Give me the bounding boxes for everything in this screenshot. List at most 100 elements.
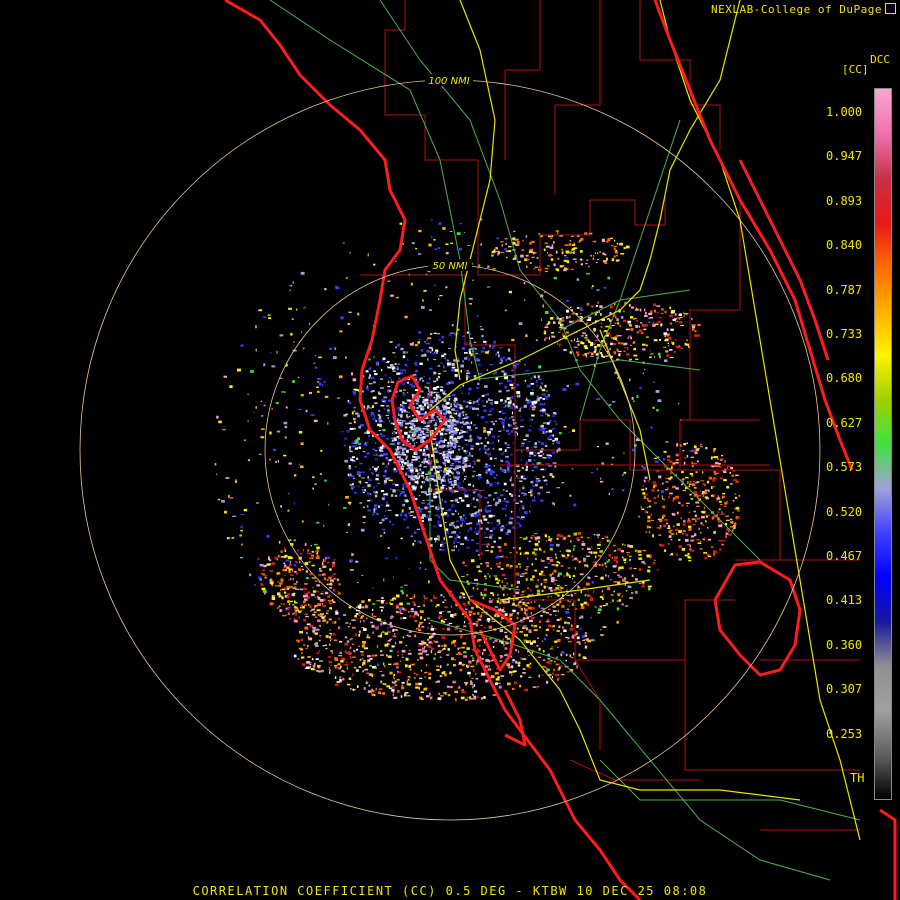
radar-return-pixel bbox=[379, 424, 382, 428]
radar-return-pixel bbox=[404, 371, 406, 374]
radar-return-pixel bbox=[421, 396, 425, 399]
radar-return-pixel bbox=[450, 500, 454, 502]
radar-return-pixel bbox=[294, 612, 298, 616]
radar-return-pixel bbox=[691, 518, 696, 520]
radar-return-pixel bbox=[392, 470, 396, 472]
radar-return-pixel bbox=[551, 564, 555, 566]
radar-return-pixel bbox=[551, 572, 554, 575]
radar-return-pixel bbox=[516, 516, 520, 518]
radar-return-pixel bbox=[602, 260, 607, 262]
radar-return-pixel bbox=[385, 438, 389, 440]
radar-return-pixel bbox=[402, 355, 406, 359]
radar-return-pixel bbox=[439, 396, 441, 399]
radar-return-pixel bbox=[471, 455, 473, 457]
radar-return-pixel bbox=[316, 521, 320, 524]
radar-return-pixel bbox=[678, 530, 682, 533]
radar-return-pixel bbox=[634, 549, 637, 552]
radar-return-pixel bbox=[373, 511, 376, 513]
radar-return-pixel bbox=[532, 575, 535, 578]
radar-return-pixel bbox=[453, 403, 456, 406]
radar-return-pixel bbox=[492, 448, 495, 450]
radar-return-pixel bbox=[504, 376, 508, 380]
radar-return-pixel bbox=[573, 547, 575, 551]
radar-return-pixel bbox=[583, 557, 587, 560]
radar-return-pixel bbox=[346, 683, 351, 686]
radar-return-pixel bbox=[413, 594, 415, 598]
radar-return-pixel bbox=[322, 645, 325, 647]
radar-return-pixel bbox=[377, 663, 380, 667]
radar-return-pixel bbox=[478, 639, 482, 641]
radar-return-pixel bbox=[536, 478, 540, 480]
radar-return-pixel bbox=[312, 487, 314, 490]
radar-return-pixel bbox=[574, 566, 576, 570]
radar-return-pixel bbox=[507, 357, 511, 360]
radar-return-pixel bbox=[546, 397, 548, 400]
radar-return-pixel bbox=[530, 612, 532, 615]
radar-return-pixel bbox=[532, 641, 536, 644]
radar-return-pixel bbox=[512, 609, 516, 612]
radar-return-pixel bbox=[512, 659, 515, 662]
radar-return-pixel bbox=[441, 478, 444, 482]
radar-return-pixel bbox=[397, 456, 401, 459]
radar-return-pixel bbox=[639, 329, 643, 333]
radar-return-pixel bbox=[601, 537, 604, 539]
radar-return-pixel bbox=[383, 396, 388, 399]
radar-return-pixel bbox=[352, 483, 354, 486]
radar-return-pixel bbox=[703, 536, 705, 540]
radar-return-pixel bbox=[461, 522, 464, 525]
radar-return-pixel bbox=[707, 527, 709, 529]
radar-return-pixel bbox=[271, 365, 276, 368]
radar-return-pixel bbox=[316, 552, 319, 555]
radar-return-pixel bbox=[550, 577, 555, 580]
radar-return-pixel bbox=[500, 568, 504, 570]
radar-return-pixel bbox=[518, 547, 521, 550]
radar-return-pixel bbox=[518, 410, 521, 412]
radar-return-pixel bbox=[721, 543, 724, 546]
radar-return-pixel bbox=[430, 499, 434, 502]
radar-return-pixel bbox=[312, 664, 316, 668]
radar-return-pixel bbox=[547, 660, 550, 664]
radar-return-pixel bbox=[451, 408, 455, 411]
radar-return-pixel bbox=[394, 363, 397, 365]
radar-return-pixel bbox=[507, 401, 512, 404]
radar-return-pixel bbox=[367, 509, 371, 512]
radar-return-pixel bbox=[513, 405, 518, 408]
radar-return-pixel bbox=[470, 337, 474, 339]
radar-return-pixel bbox=[614, 322, 617, 324]
radar-return-pixel bbox=[408, 631, 412, 633]
radar-return-pixel bbox=[643, 494, 646, 497]
radar-return-pixel bbox=[520, 254, 524, 258]
radar-return-pixel bbox=[471, 606, 474, 610]
radar-return-pixel bbox=[601, 597, 604, 600]
radar-return-pixel bbox=[643, 479, 646, 483]
radar-return-pixel bbox=[351, 372, 353, 376]
radar-return-pixel bbox=[470, 655, 473, 657]
radar-return-pixel bbox=[498, 418, 503, 420]
radar-return-pixel bbox=[563, 269, 567, 272]
radar-return-pixel bbox=[551, 434, 553, 436]
radar-return-pixel bbox=[630, 358, 632, 360]
radar-return-pixel bbox=[315, 616, 318, 618]
radar-return-pixel bbox=[318, 650, 320, 653]
radar-return-pixel bbox=[684, 313, 689, 315]
radar-return-pixel bbox=[498, 685, 502, 689]
radar-return-pixel bbox=[654, 460, 659, 463]
radar-return-pixel bbox=[226, 537, 230, 540]
radar-return-pixel bbox=[394, 641, 397, 645]
radar-return-pixel bbox=[532, 389, 534, 391]
radar-return-pixel bbox=[485, 679, 489, 683]
radar-return-pixel bbox=[395, 604, 399, 607]
radar-return-pixel bbox=[420, 349, 424, 352]
radar-return-pixel bbox=[378, 691, 381, 695]
radar-return-pixel bbox=[691, 483, 696, 487]
radar-return-pixel bbox=[345, 622, 349, 624]
radar-return-pixel bbox=[314, 483, 317, 486]
radar-return-pixel bbox=[576, 625, 579, 628]
radar-return-pixel bbox=[423, 289, 427, 292]
radar-return-pixel bbox=[504, 385, 507, 389]
radar-return-pixel bbox=[353, 410, 356, 412]
radar-return-pixel bbox=[611, 456, 615, 459]
radar-return-pixel bbox=[443, 412, 447, 415]
radar-return-pixel bbox=[604, 253, 607, 256]
radar-return-pixel bbox=[590, 342, 594, 345]
